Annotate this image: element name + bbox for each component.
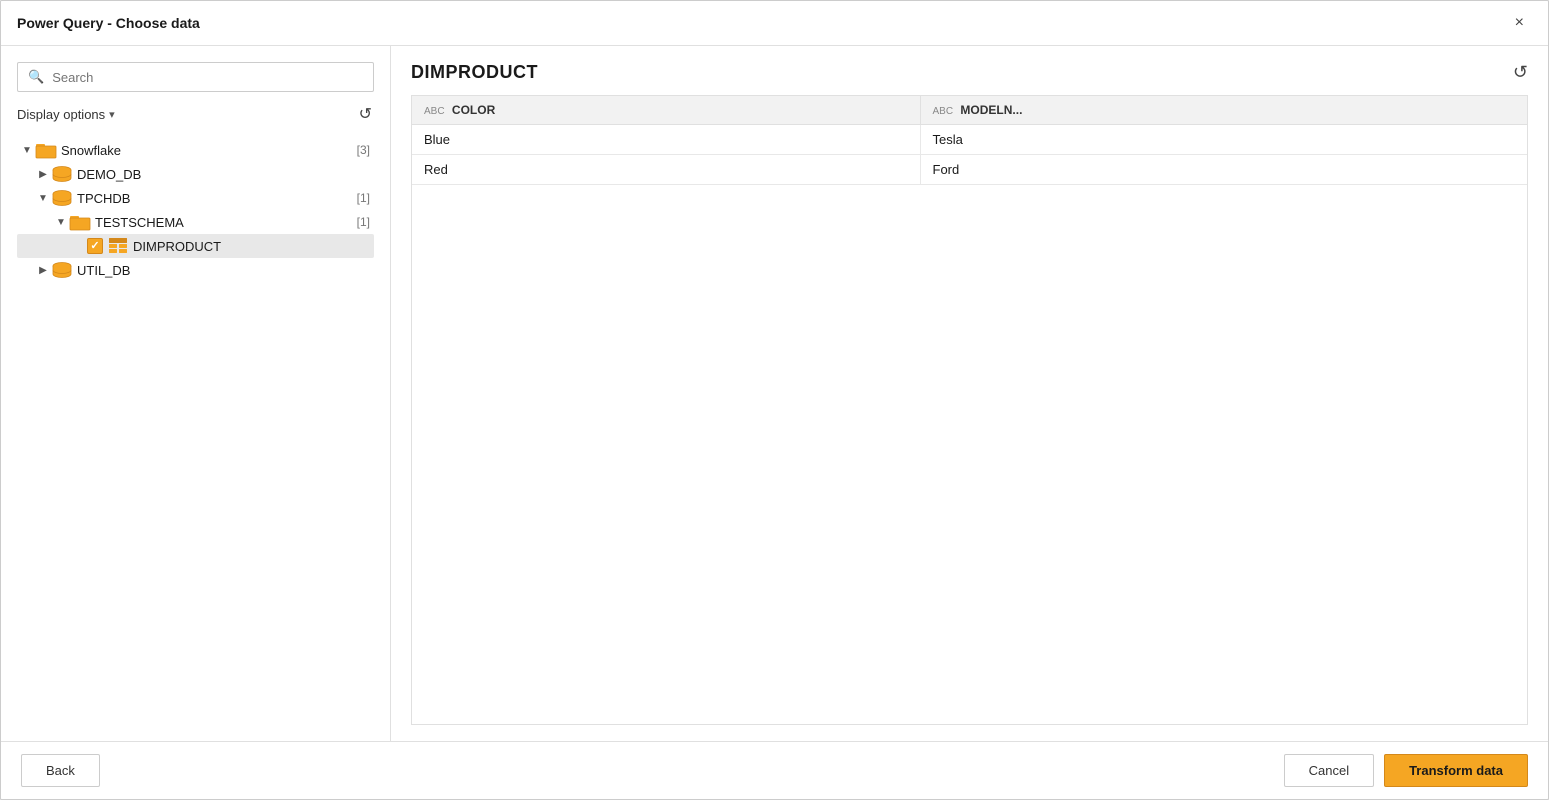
tree-item-demo-db[interactable]: ▶ DEMO_DB bbox=[17, 162, 374, 186]
footer: Back Cancel Transform data bbox=[1, 741, 1548, 799]
display-options-label: Display options bbox=[17, 107, 105, 122]
display-options-button[interactable]: Display options ▾ bbox=[17, 107, 115, 122]
column-label-modelname: MODELN... bbox=[960, 103, 1022, 117]
column-header-modelname: ABC MODELN... bbox=[920, 96, 1527, 125]
tree-item-dimproduct[interactable]: ✓ DIMPRODUCT bbox=[17, 234, 374, 258]
tree-item-util-db[interactable]: ▶ UTIL_DB bbox=[17, 258, 374, 282]
toggle-icon: ▶ bbox=[35, 169, 51, 180]
refresh-button[interactable]: ↺ bbox=[357, 102, 374, 126]
back-button[interactable]: Back bbox=[21, 754, 100, 787]
footer-right: Cancel Transform data bbox=[1284, 754, 1528, 787]
tpchdb-label: TPCHDB bbox=[77, 191, 351, 206]
dimproduct-label: DIMPRODUCT bbox=[133, 239, 374, 254]
transform-data-button[interactable]: Transform data bbox=[1384, 754, 1528, 787]
tpchdb-count: [1] bbox=[357, 191, 370, 205]
column-header-color: ABC COLOR bbox=[412, 96, 920, 125]
tree-item-tpchdb[interactable]: ▼ TPCHDB [1] bbox=[17, 186, 374, 210]
grid-icon bbox=[109, 238, 127, 254]
column-label-color: COLOR bbox=[452, 103, 495, 117]
left-panel: 🔍 Display options ▾ ↺ ▼ bbox=[1, 46, 391, 741]
table-icon bbox=[107, 237, 129, 255]
database-icon bbox=[51, 189, 73, 207]
type-icon-color: ABC bbox=[424, 106, 445, 117]
snowflake-label: Snowflake bbox=[61, 143, 351, 158]
folder-icon bbox=[35, 141, 57, 159]
chevron-down-icon: ▾ bbox=[109, 108, 115, 121]
table-row: Red Ford bbox=[412, 155, 1527, 185]
toggle-icon: ▼ bbox=[35, 193, 51, 204]
testschema-count: [1] bbox=[357, 215, 370, 229]
cell-color-2: Red bbox=[412, 155, 920, 185]
table-row: Blue Tesla bbox=[412, 125, 1527, 155]
right-panel: DIMPRODUCT ↺ ABC COLOR ABC MODELN.. bbox=[391, 46, 1548, 741]
main-content: 🔍 Display options ▾ ↺ ▼ bbox=[1, 46, 1548, 741]
toggle-icon: ▼ bbox=[53, 217, 69, 228]
close-button[interactable]: × bbox=[1507, 11, 1532, 35]
tree-item-snowflake[interactable]: ▼ Snowflake [3] bbox=[17, 138, 374, 162]
snowflake-count: [3] bbox=[357, 143, 370, 157]
footer-left: Back bbox=[21, 754, 100, 787]
preview-header: DIMPRODUCT ↺ bbox=[411, 62, 1528, 83]
util-db-label: UTIL_DB bbox=[77, 263, 374, 278]
search-input[interactable] bbox=[52, 70, 363, 85]
folder-icon bbox=[69, 213, 91, 231]
demo-db-label: DEMO_DB bbox=[77, 167, 374, 182]
toggle-icon: ▶ bbox=[35, 265, 51, 276]
cell-color-1: Blue bbox=[412, 125, 920, 155]
preview-table-wrapper: ABC COLOR ABC MODELN... Blue Te bbox=[411, 95, 1528, 725]
preview-refresh-button[interactable]: ↺ bbox=[1513, 62, 1528, 83]
dialog-title: Power Query - Choose data bbox=[17, 15, 200, 31]
database-icon bbox=[51, 165, 73, 183]
checkbox-icon: ✓ bbox=[87, 238, 103, 254]
checkmark-icon: ✓ bbox=[90, 241, 99, 252]
tree-item-testschema[interactable]: ▼ TESTSCHEMA [1] bbox=[17, 210, 374, 234]
tree-area: ▼ Snowflake [3] ▶ bbox=[17, 138, 374, 741]
preview-title: DIMPRODUCT bbox=[411, 62, 538, 83]
cancel-button[interactable]: Cancel bbox=[1284, 754, 1374, 787]
dialog: Power Query - Choose data × 🔍 Display op… bbox=[0, 0, 1549, 800]
search-icon: 🔍 bbox=[28, 69, 44, 85]
cell-modelname-2: Ford bbox=[920, 155, 1527, 185]
type-icon-modelname: ABC bbox=[933, 106, 954, 117]
preview-table: ABC COLOR ABC MODELN... Blue Te bbox=[412, 96, 1527, 185]
toggle-icon: ▼ bbox=[19, 145, 35, 156]
testschema-label: TESTSCHEMA bbox=[95, 215, 351, 230]
display-options-row: Display options ▾ ↺ bbox=[17, 102, 374, 126]
cell-modelname-1: Tesla bbox=[920, 125, 1527, 155]
search-box: 🔍 bbox=[17, 62, 374, 92]
database-icon bbox=[51, 261, 73, 279]
table-header-row: ABC COLOR ABC MODELN... bbox=[412, 96, 1527, 125]
title-bar: Power Query - Choose data × bbox=[1, 1, 1548, 46]
